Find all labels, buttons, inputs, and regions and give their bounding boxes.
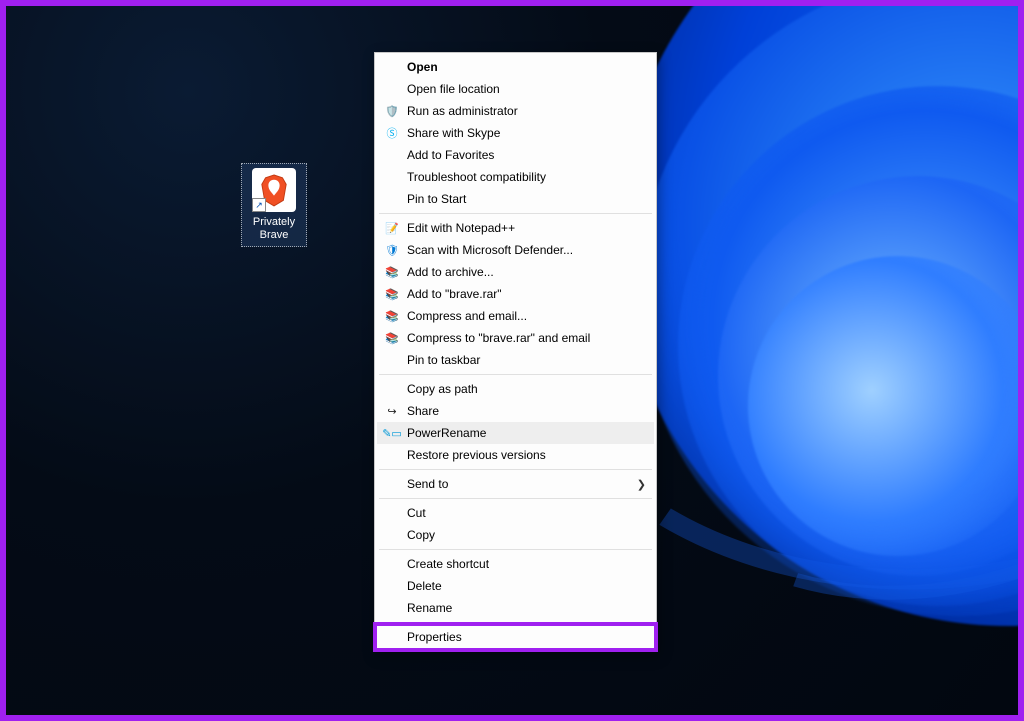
menu-item-cut[interactable]: Cut [377,502,654,524]
menu-item-label: Open file location [407,82,646,96]
menu-separator [379,374,652,375]
menu-item-troubleshoot-compatibility[interactable]: Troubleshoot compatibility [377,166,654,188]
menu-item-label: Troubleshoot compatibility [407,170,646,184]
menu-item-scan-with-microsoft-defender[interactable]: 🛡︎ Scan with Microsoft Defender... [377,239,654,261]
menu-icon-blank [383,447,401,463]
menu-item-open[interactable]: Open [377,56,654,78]
desktop-shortcut-brave[interactable]: ↗ Privately Brave [241,163,307,247]
winrar-icon: 📚 [383,308,401,324]
shortcut-overlay-icon: ↗ [252,198,266,212]
menu-item-copy[interactable]: Copy [377,524,654,546]
menu-item-label: PowerRename [407,426,646,440]
defender-icon: 🛡︎ [383,242,401,258]
notepadpp-icon: 📝 [383,220,401,236]
menu-item-edit-with-notepad[interactable]: 📝 Edit with Notepad++ [377,217,654,239]
menu-item-label: Pin to Start [407,192,646,206]
menu-item-share-with-skype[interactable]: Ⓢ Share with Skype [377,122,654,144]
menu-item-label: Restore previous versions [407,448,646,462]
menu-item-add-to-brave-rar[interactable]: 📚 Add to "brave.rar" [377,283,654,305]
menu-separator [379,622,652,623]
menu-item-powerrename[interactable]: ✎▭ PowerRename [377,422,654,444]
menu-item-pin-to-taskbar[interactable]: Pin to taskbar [377,349,654,371]
menu-item-label: Pin to taskbar [407,353,646,367]
winrar-icon: 📚 [383,330,401,346]
menu-separator [379,213,652,214]
menu-item-label: Compress and email... [407,309,646,323]
menu-item-copy-as-path[interactable]: Copy as path [377,378,654,400]
menu-icon-blank [383,505,401,521]
menu-icon-blank [383,59,401,75]
context-menu: Open Open file location 🛡️ Run as administr… [374,52,657,652]
menu-item-create-shortcut[interactable]: Create shortcut [377,553,654,575]
menu-item-delete[interactable]: Delete [377,575,654,597]
menu-item-share[interactable]: ↪ Share [377,400,654,422]
menu-item-label: Copy [407,528,646,542]
menu-item-label: Compress to "brave.rar" and email [407,331,646,345]
menu-item-label: Scan with Microsoft Defender... [407,243,646,257]
menu-icon-blank [383,352,401,368]
menu-icon-blank [383,629,401,645]
chevron-right-icon: ❯ [637,478,646,491]
desktop-shortcut-label: Privately Brave [244,216,304,242]
menu-icon-blank [383,556,401,572]
menu-icon-blank [383,527,401,543]
brave-icon: ↗ [252,168,296,212]
menu-item-compress-and-email[interactable]: 📚 Compress and email... [377,305,654,327]
menu-item-pin-to-start[interactable]: Pin to Start [377,188,654,210]
menu-icon-blank [383,191,401,207]
menu-item-label: Delete [407,579,646,593]
menu-item-label: Run as administrator [407,104,646,118]
menu-icon-blank [383,578,401,594]
menu-item-label: Send to [407,477,637,491]
skype-icon: Ⓢ [383,125,401,141]
menu-item-properties[interactable]: Properties [377,626,654,648]
menu-item-send-to[interactable]: Send to❯ [377,473,654,495]
menu-item-label: Rename [407,601,646,615]
menu-icon-blank [383,476,401,492]
desktop-wallpaper[interactable]: ↗ Privately Brave Open Open file location… [6,6,1018,715]
menu-icon-blank [383,381,401,397]
menu-item-label: Share with Skype [407,126,646,140]
menu-item-run-as-administrator[interactable]: 🛡️ Run as administrator [377,100,654,122]
menu-item-label: Add to Favorites [407,148,646,162]
menu-item-label: Add to "brave.rar" [407,287,646,301]
menu-item-add-to-favorites[interactable]: Add to Favorites [377,144,654,166]
menu-item-restore-previous-versions[interactable]: Restore previous versions [377,444,654,466]
menu-separator [379,549,652,550]
menu-item-label: Copy as path [407,382,646,396]
menu-icon-blank [383,600,401,616]
menu-item-label: Add to archive... [407,265,646,279]
menu-icon-blank [383,147,401,163]
shield-admin-icon: 🛡️ [383,103,401,119]
menu-item-add-to-archive[interactable]: 📚 Add to archive... [377,261,654,283]
menu-separator [379,498,652,499]
winrar-icon: 📚 [383,286,401,302]
menu-item-label: Open [407,60,646,74]
share-icon: ↪ [383,403,401,419]
menu-item-label: Create shortcut [407,557,646,571]
menu-icon-blank [383,81,401,97]
powerrename-icon: ✎▭ [383,425,401,441]
menu-icon-blank [383,169,401,185]
menu-item-open-file-location[interactable]: Open file location [377,78,654,100]
winrar-icon: 📚 [383,264,401,280]
menu-item-label: Edit with Notepad++ [407,221,646,235]
menu-item-label: Properties [407,630,646,644]
menu-item-label: Share [407,404,646,418]
menu-separator [379,469,652,470]
menu-item-compress-to-brave-rar-and-email[interactable]: 📚 Compress to "brave.rar" and email [377,327,654,349]
menu-item-label: Cut [407,506,646,520]
menu-item-rename[interactable]: Rename [377,597,654,619]
